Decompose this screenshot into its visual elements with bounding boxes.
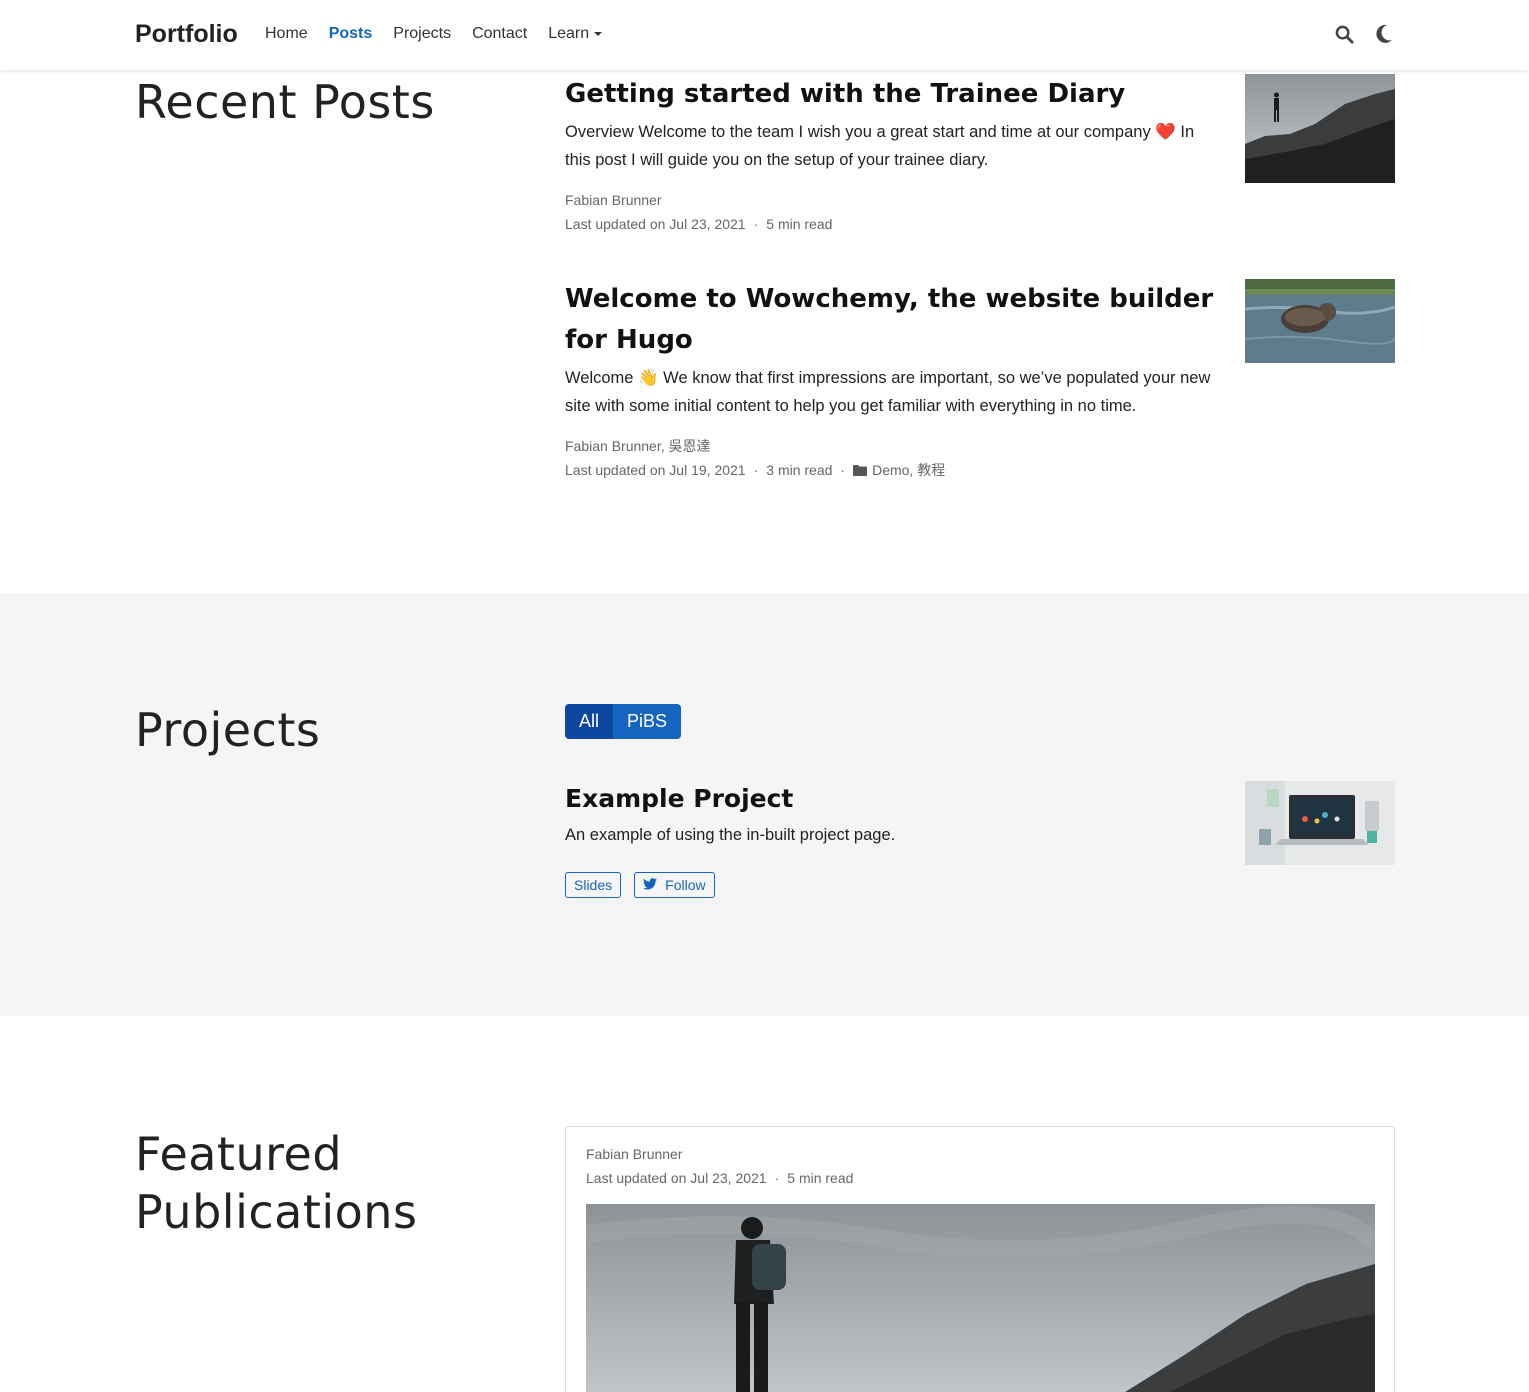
featured-publication-card[interactable]: Fabian Brunner Last updated on Jul 23, 2… xyxy=(565,1126,1395,1392)
nav-link-learn-dropdown[interactable]: Learn xyxy=(548,25,603,43)
post-title[interactable]: Welcome to Wowchemy, the website builder… xyxy=(565,279,1215,361)
nav-link-home[interactable]: Home xyxy=(265,25,308,43)
project-links: Slides Follow xyxy=(565,872,715,898)
nav-link-posts[interactable]: Posts xyxy=(329,25,373,43)
post-categories[interactable]: Demo, 教程 xyxy=(872,462,945,478)
post-read-time: 5 min read xyxy=(766,216,833,232)
folder-icon xyxy=(853,459,868,483)
featured-image[interactable] xyxy=(586,1204,1375,1392)
post-thumbnail[interactable] xyxy=(1245,279,1395,363)
filter-pibs-button[interactable]: PiBS xyxy=(613,704,682,739)
meta-separator: · xyxy=(774,1170,780,1186)
section-title-recent-posts: Recent Posts xyxy=(135,75,435,129)
navbar: Portfolio Home Posts Projects Contact Le… xyxy=(0,0,1529,70)
caret-down-icon xyxy=(594,31,603,36)
featured-meta: Fabian Brunner Last updated on Jul 23, 2… xyxy=(586,1142,853,1190)
post-updated: Last updated on Jul 19, 2021 xyxy=(565,462,746,478)
twitter-icon xyxy=(643,877,658,893)
project-summary: An example of using the in-built project… xyxy=(565,826,896,844)
post-updated: Last updated on Jul 23, 2021 xyxy=(565,216,746,232)
meta-separator: · xyxy=(840,462,846,478)
site-brand[interactable]: Portfolio xyxy=(135,20,238,49)
section-title-featured-publications: Featured Publications xyxy=(135,1126,417,1242)
moon-icon[interactable] xyxy=(1373,22,1395,46)
featured-title-line2: Publications xyxy=(135,1184,418,1239)
featured-authors[interactable]: Fabian Brunner xyxy=(586,1142,853,1166)
meta-separator: · xyxy=(753,216,759,232)
post-summary: Overview Welcome to the team I wish you … xyxy=(565,123,1195,169)
project-thumbnail[interactable] xyxy=(1245,781,1395,865)
post-authors[interactable]: Fabian Brunner, 吳恩達 xyxy=(565,434,1395,458)
follow-button-label: Follow xyxy=(665,877,706,893)
slides-button[interactable]: Slides xyxy=(565,872,622,898)
post-authors[interactable]: Fabian Brunner xyxy=(565,188,1395,212)
post-meta: Fabian Brunner Last updated on Jul 23, 2… xyxy=(565,188,1395,236)
project-title[interactable]: Example Project xyxy=(565,784,793,813)
search-icon[interactable] xyxy=(1333,22,1355,46)
section-title-projects: Projects xyxy=(135,703,321,757)
nav-link-projects[interactable]: Projects xyxy=(393,25,451,43)
nav-links: Home Posts Projects Contact Learn xyxy=(265,25,623,43)
post-meta: Fabian Brunner, 吳恩達 Last updated on Jul … xyxy=(565,434,1395,483)
post-thumbnail[interactable] xyxy=(1245,74,1395,183)
meta-separator: · xyxy=(753,462,759,478)
project-filter-group: All PiBS xyxy=(565,704,682,739)
post-summary: Welcome 👋 We know that first impressions… xyxy=(565,369,1211,415)
featured-updated: Last updated on Jul 23, 2021 xyxy=(586,1170,767,1186)
nav-icons xyxy=(1333,22,1395,46)
featured-read-time: 5 min read xyxy=(787,1170,854,1186)
featured-title-line1: Featured xyxy=(135,1127,343,1181)
nav-link-learn-label: Learn xyxy=(548,25,590,42)
post-title[interactable]: Getting started with the Trainee Diary xyxy=(565,74,1215,115)
slides-button-label: Slides xyxy=(574,877,613,893)
nav-link-contact[interactable]: Contact xyxy=(472,25,527,43)
post-read-time: 3 min read xyxy=(766,462,833,478)
filter-all-button[interactable]: All xyxy=(565,704,614,739)
follow-button[interactable]: Follow xyxy=(634,872,715,898)
